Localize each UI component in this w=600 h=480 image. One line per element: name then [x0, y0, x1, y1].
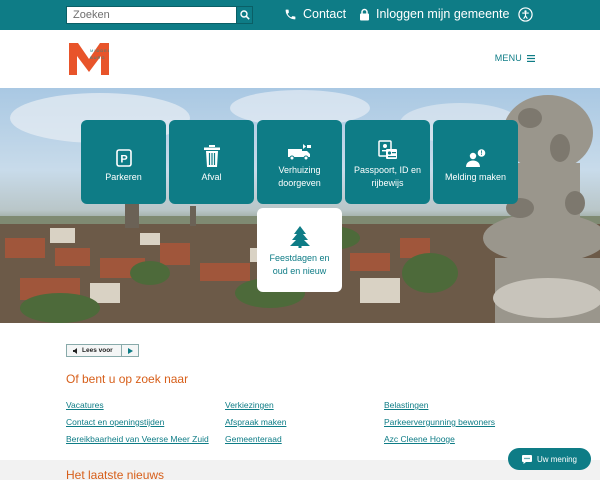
report-icon: ! [465, 148, 485, 167]
christmas-tree-icon [289, 226, 310, 249]
link-azc-cleene-hooge[interactable]: Azc Cleene Hooge [384, 434, 455, 444]
accessibility-button[interactable] [518, 7, 533, 27]
tile-label: Verhuizing doorgeven [278, 165, 321, 188]
menu-label: MENU [494, 53, 522, 63]
menu-button[interactable]: MENU [495, 53, 535, 63]
parking-icon: P [115, 148, 132, 167]
link-vacatures[interactable]: Vacatures [66, 400, 104, 410]
search-input[interactable] [67, 7, 236, 23]
hamburger-icon [527, 54, 535, 62]
link-contact-openingstijden[interactable]: Contact en openingstijden [66, 417, 164, 427]
tile-paspoort[interactable]: Passpoort, ID en rijbewijs [345, 120, 430, 204]
tile-melding[interactable]: ! Melding maken [433, 120, 518, 204]
svg-text:P: P [120, 153, 127, 165]
news-heading: Het laatste nieuws [66, 468, 165, 480]
link-gemeenteraad[interactable]: Gemeenteraad [225, 434, 282, 444]
quick-links-heading: Of bent u op zoek naar [66, 372, 189, 386]
tile-label: Afval [201, 171, 222, 182]
play-button[interactable] [121, 345, 138, 356]
top-bar: Contact Inloggen mijn gemeente [0, 0, 600, 30]
tile-label: Melding maken [444, 171, 507, 182]
read-aloud-button[interactable]: Lees voor [66, 344, 139, 357]
link-parkeervergunning[interactable]: Parkeervergunning bewoners [384, 417, 495, 427]
contact-label: Contact [303, 7, 347, 21]
tile-verhuizing[interactable]: Verhuizing doorgeven [257, 120, 342, 204]
login-label: Inloggen mijn gemeente [376, 7, 510, 21]
search-icon [239, 10, 250, 20]
phone-icon [285, 9, 296, 19]
login-link[interactable]: Inloggen mijn gemeente [359, 7, 509, 21]
trash-icon [203, 144, 220, 167]
search-box [66, 6, 253, 24]
feedback-button[interactable]: Uw mening [508, 448, 591, 470]
middelburg-logo[interactable]: MIDDEL BURG [69, 43, 109, 75]
tile-label: Parkeren [105, 171, 142, 182]
tile-afval[interactable]: Afval [169, 120, 254, 204]
svg-text:!: ! [480, 151, 482, 157]
site-header: MIDDEL BURG MENU [0, 30, 600, 88]
read-aloud-label-area[interactable]: Lees voor [67, 345, 121, 356]
svg-text:BURG: BURG [90, 55, 106, 60]
svg-text:MIDDEL: MIDDEL [90, 48, 109, 53]
lock-icon [360, 8, 369, 20]
moving-truck-icon [287, 144, 311, 161]
contact-link[interactable]: Contact [284, 7, 346, 21]
hero-banner: P Parkeren Afval Verhuizing doorgeven Pa… [0, 88, 600, 323]
link-belastingen[interactable]: Belastingen [384, 400, 428, 410]
id-card-icon [377, 140, 397, 160]
chat-icon [521, 454, 532, 464]
tile-parkeren[interactable]: P Parkeren [81, 120, 166, 204]
tile-feestdagen[interactable]: Feestdagen en oud en nieuw [257, 208, 342, 292]
link-afspraak-maken[interactable]: Afspraak maken [225, 417, 286, 427]
tile-label: Passpoort, ID en rijbewijs [353, 165, 422, 188]
play-icon [127, 347, 133, 354]
tile-label: Feestdagen en oud en nieuw [269, 253, 330, 276]
search-button[interactable] [236, 7, 252, 23]
accessibility-icon [518, 7, 533, 22]
link-verkiezingen[interactable]: Verkiezingen [225, 400, 274, 410]
speaker-icon [73, 347, 77, 354]
read-aloud-label: Lees voor [82, 347, 113, 354]
feedback-label: Uw mening [536, 454, 577, 464]
link-bereikbaarheid[interactable]: Bereikbaarheid van Veerse Meer Zuid [66, 434, 209, 444]
